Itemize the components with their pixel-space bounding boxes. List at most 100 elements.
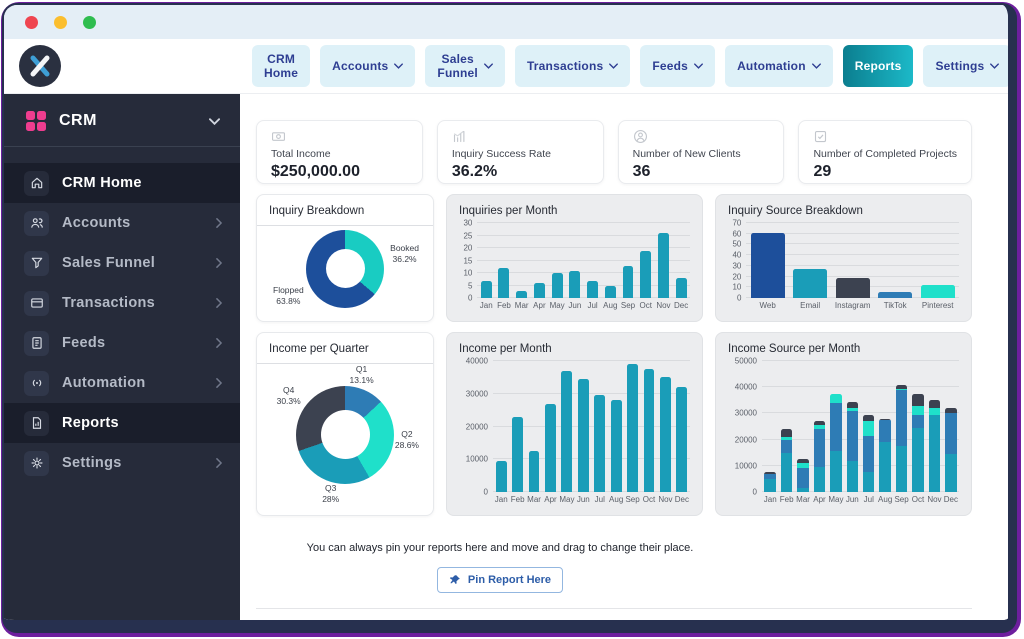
sidebar-item-accounts[interactable]: Accounts: [4, 203, 240, 243]
bar-aug[interactable]: [605, 286, 616, 299]
bar-jul[interactable]: [594, 395, 605, 492]
minimize-window-button[interactable]: [54, 16, 67, 29]
bar-segment-teal: [797, 488, 808, 492]
bar-nov[interactable]: [658, 233, 669, 298]
chart-card-income-per-month[interactable]: Income per Month010000200003000040000Jan…: [446, 332, 703, 516]
y-axis: 01000020000300004000050000: [728, 361, 762, 492]
stacked-bar[interactable]: [945, 408, 956, 492]
topnav-tab-feeds[interactable]: Feeds: [640, 45, 715, 87]
bar-dec[interactable]: [676, 278, 687, 298]
stacked-bar[interactable]: [896, 385, 907, 492]
chart-card-inquiry-source-breakdown[interactable]: Inquiry Source Breakdown010203040506070W…: [715, 194, 972, 322]
bar-web[interactable]: [751, 233, 785, 298]
pin-report-button[interactable]: Pin Report Here: [437, 567, 563, 593]
y-tick-label: 70: [732, 219, 741, 228]
sidebar-item-transactions[interactable]: Transactions: [4, 283, 240, 323]
bar-apr[interactable]: [534, 283, 545, 298]
maximize-window-button[interactable]: [83, 16, 96, 29]
topnav-tab-reports[interactable]: Reports: [843, 45, 914, 87]
bar-sep[interactable]: [627, 364, 638, 492]
sidebar-item-reports[interactable]: Reports: [4, 403, 240, 443]
stacked-bar[interactable]: [814, 421, 825, 492]
chevron-down-icon: [609, 63, 618, 69]
sidebar-item-crm-home[interactable]: CRM Home: [4, 163, 240, 203]
topnav-tab-automation[interactable]: Automation: [725, 45, 833, 87]
sidebar-item-settings[interactable]: Settings: [4, 443, 240, 483]
sidebar-item-automation[interactable]: Automation: [4, 363, 240, 403]
bars: WebEmailInstagramTikTokPinterest: [746, 223, 959, 298]
bar-column-sep: Sep: [624, 361, 640, 492]
bar-jul[interactable]: [587, 281, 598, 299]
sidebar-item-label: Sales Funnel: [62, 255, 155, 271]
bar-segment-cyan: [830, 394, 841, 403]
y-tick-label: 0: [484, 488, 488, 497]
bar-sep[interactable]: [623, 266, 634, 299]
topnav-tab-sales-funnel[interactable]: Sales Funnel: [425, 45, 505, 87]
home-icon: [24, 171, 49, 196]
bar-apr[interactable]: [545, 404, 556, 492]
bar-column-sep: Sep: [893, 361, 909, 492]
topnav-tab-accounts[interactable]: Accounts: [320, 45, 415, 87]
sidebar-item-feeds[interactable]: Feeds: [4, 323, 240, 363]
bar-mar[interactable]: [529, 451, 540, 492]
bar-oct[interactable]: [644, 369, 655, 492]
stacked-bar[interactable]: [781, 429, 792, 492]
app-logo[interactable]: [19, 45, 61, 87]
bar-column-jul: Jul: [861, 361, 877, 492]
bar-may[interactable]: [552, 273, 563, 298]
bar-aug[interactable]: [611, 400, 622, 492]
bar-jun[interactable]: [578, 379, 589, 492]
bar-segment-cyan: [912, 406, 923, 415]
stacked-bar[interactable]: [863, 415, 874, 492]
bar-feb[interactable]: [512, 417, 523, 492]
close-window-button[interactable]: [25, 16, 38, 29]
bar-jun[interactable]: [569, 271, 580, 299]
bar-feb[interactable]: [498, 268, 509, 298]
stacked-bar[interactable]: [912, 394, 923, 492]
bar-oct[interactable]: [640, 251, 651, 299]
y-axis: 051015202530: [459, 223, 477, 298]
bar-nov[interactable]: [660, 377, 671, 492]
kpi-card-number-of-completed-projects: Number of Completed Projects29: [798, 120, 972, 184]
donut-income-per-quarter[interactable]: [296, 386, 394, 484]
bar-may[interactable]: [561, 371, 572, 492]
bar-column-aug: Aug: [608, 361, 624, 492]
bar-chart: 01000020000300004000050000JanFebMarAprMa…: [728, 361, 959, 505]
chart-card-inquiries-per-month[interactable]: Inquiries per Month051015202530JanFebMar…: [446, 194, 703, 322]
bar-pinterest[interactable]: [921, 285, 955, 298]
bar-segment-blue: [814, 429, 825, 467]
topnav-tab-label: Transactions: [527, 59, 603, 73]
bar-dec[interactable]: [676, 387, 687, 492]
bar-mar[interactable]: [516, 291, 527, 299]
stacked-bar[interactable]: [764, 472, 775, 492]
sidebar-item-sales-funnel[interactable]: Sales Funnel: [4, 243, 240, 283]
report-icon: [24, 411, 49, 436]
topnav-tab-label: Accounts: [332, 59, 388, 73]
topnav-tab-crm-home[interactable]: CRM Home: [252, 45, 310, 87]
stacked-bar[interactable]: [830, 394, 841, 492]
stacked-bar[interactable]: [879, 419, 890, 492]
bar-email[interactable]: [793, 269, 827, 298]
chart-card-inquiry-breakdown[interactable]: Inquiry BreakdownBooked36.2%Flopped63.8%: [256, 194, 434, 322]
chart-card-income-per-quarter[interactable]: Income per QuarterQ113.1%Q228.6%Q328%Q43…: [256, 332, 434, 516]
bar-jan[interactable]: [496, 461, 507, 492]
stacked-bar[interactable]: [797, 459, 808, 492]
bar-instagram[interactable]: [836, 278, 870, 298]
chevron-right-icon: [216, 338, 222, 348]
pin-section: You can always pin your reports here and…: [256, 542, 744, 593]
chart-card-income-source-per-month[interactable]: Income Source per Month01000020000300004…: [715, 332, 972, 516]
topnav-tab-transactions[interactable]: Transactions: [515, 45, 630, 87]
sidebar-crm-header[interactable]: CRM: [4, 94, 240, 147]
bar-segment-blue: [781, 440, 792, 453]
donut-inquiry-breakdown[interactable]: [306, 230, 384, 308]
stacked-bar[interactable]: [929, 400, 940, 492]
bar-column-may: May: [828, 361, 844, 492]
kpi-value: 29: [813, 163, 957, 181]
sidebar: CRM CRM HomeAccounts Sales Funnel Transact…: [4, 94, 240, 620]
stacked-bar[interactable]: [847, 402, 858, 492]
topnav-tab-settings[interactable]: Settings: [923, 45, 1011, 87]
bars: JanFebMarAprMayJunJulAugSepOctNovDec: [493, 361, 690, 492]
bar-jan[interactable]: [481, 281, 492, 299]
kpi-card-total-income: Total Income$250,000.00: [256, 120, 423, 184]
bar-tiktok[interactable]: [878, 292, 912, 298]
